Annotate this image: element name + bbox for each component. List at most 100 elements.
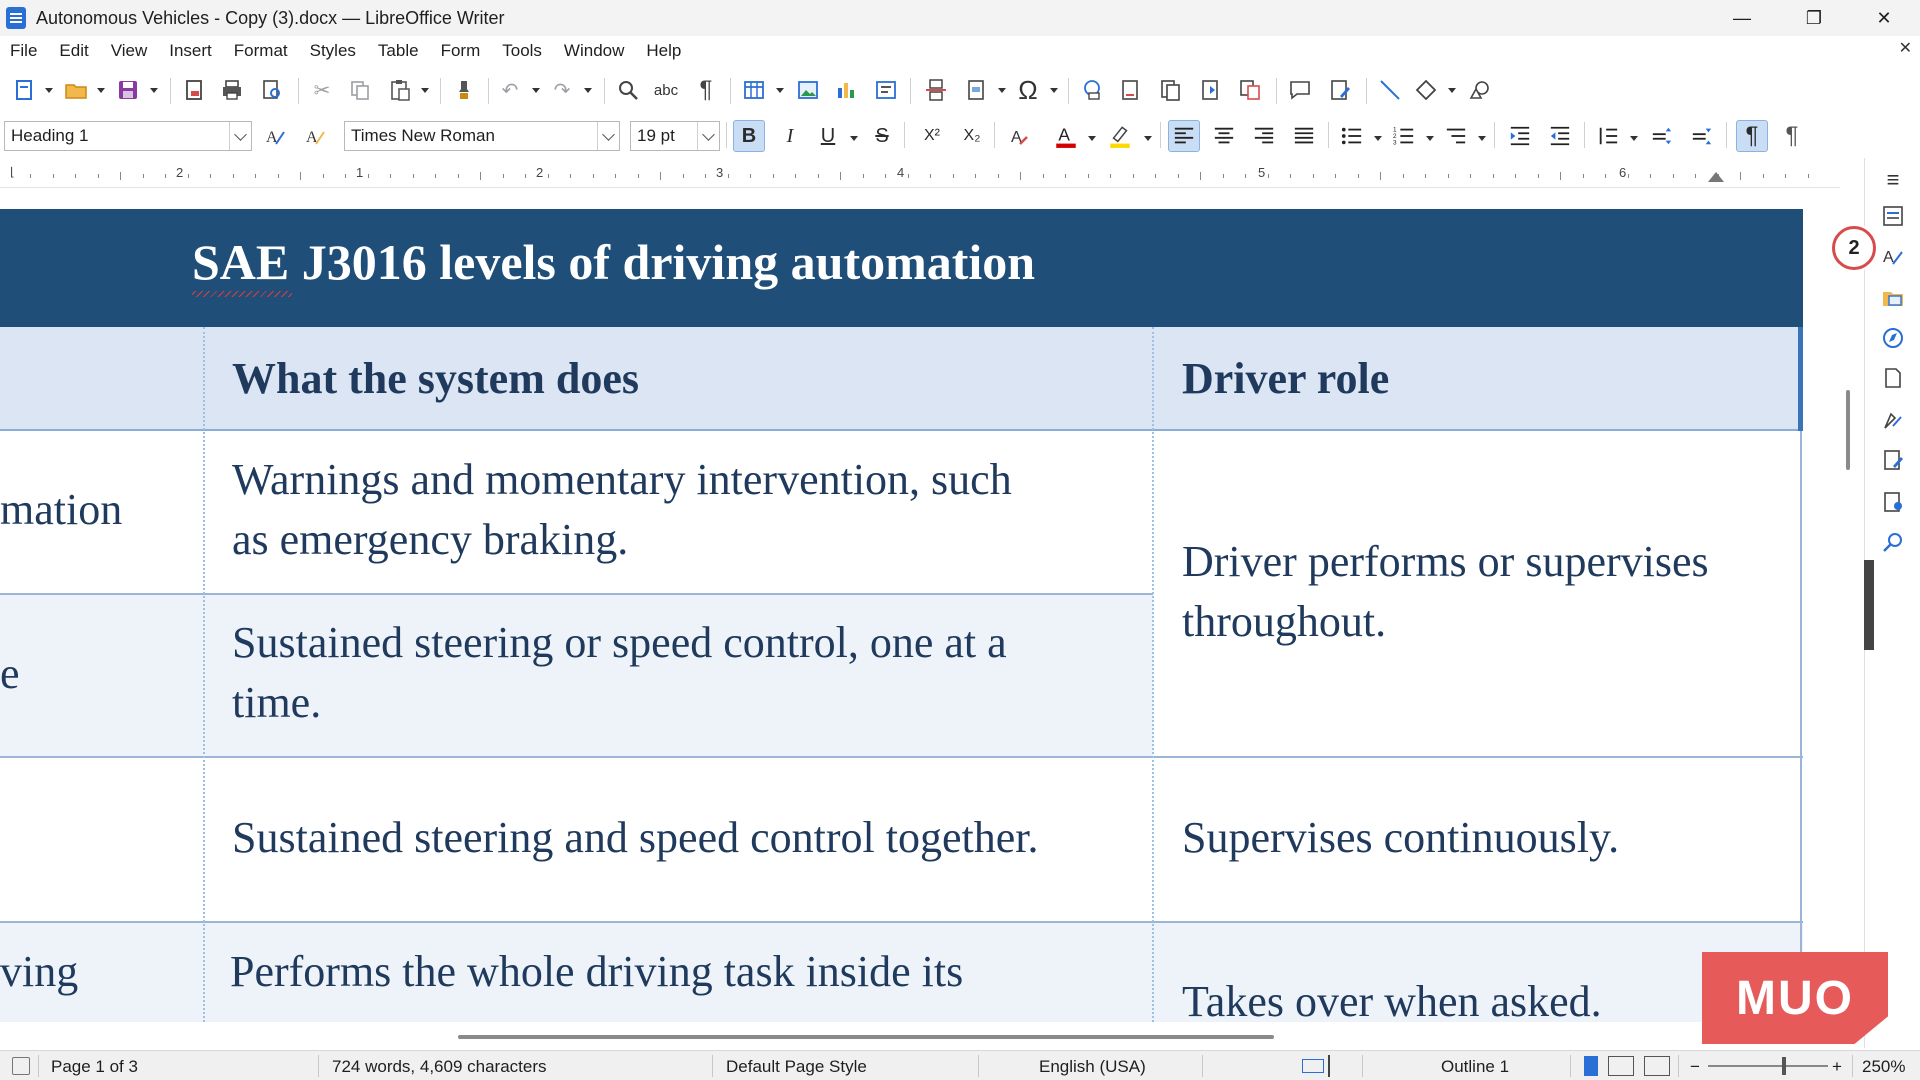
undo-icon[interactable]: ↶	[496, 76, 524, 104]
font-size-combo[interactable]: 19 pt	[630, 121, 720, 151]
table-title-row[interactable]: SAE J3016 levels of driving automation	[0, 209, 1803, 327]
justify-icon[interactable]	[1288, 120, 1320, 152]
menu-edit[interactable]: Edit	[59, 41, 88, 61]
paste-icon[interactable]	[386, 76, 414, 104]
menu-help[interactable]: Help	[646, 41, 681, 61]
outline-list-icon[interactable]	[1440, 120, 1472, 152]
tab-type-marker[interactable]: ⌊	[10, 165, 15, 179]
cut-icon[interactable]: ✂	[308, 76, 336, 104]
numbered-list-icon[interactable]: 123	[1388, 120, 1420, 152]
insert-table-icon[interactable]	[740, 76, 768, 104]
insert-field-icon[interactable]	[962, 76, 990, 104]
clone-formatting-icon[interactable]	[450, 76, 478, 104]
align-center-icon[interactable]	[1208, 120, 1240, 152]
insert-chart-icon[interactable]	[832, 76, 860, 104]
new-style-icon[interactable]: A	[300, 120, 332, 152]
gallery-icon[interactable]	[1879, 284, 1907, 312]
menu-form[interactable]: Form	[441, 41, 481, 61]
strikethrough-button[interactable]: S	[866, 120, 898, 152]
special-character-icon[interactable]: Ω	[1014, 75, 1042, 105]
system-cell-line[interactable]: Performs the whole driving task inside i…	[230, 942, 963, 1002]
driver-role-cell[interactable]: Takes over when asked.	[1182, 972, 1602, 1022]
update-style-icon[interactable]: A	[260, 120, 292, 152]
find-icon[interactable]	[1879, 528, 1907, 556]
menu-insert[interactable]: Insert	[169, 41, 212, 61]
draw-functions-icon[interactable]	[1466, 76, 1494, 104]
bullet-list-icon[interactable]	[1336, 120, 1368, 152]
open-folder-icon[interactable]	[62, 76, 90, 104]
single-page-view-icon[interactable]	[1584, 1056, 1598, 1076]
system-cell-line[interactable]: Sustained steering and speed control tog…	[232, 808, 1038, 868]
vertical-scrollbar[interactable]	[1846, 390, 1850, 470]
find-replace-icon[interactable]	[614, 76, 642, 104]
insert-image-icon[interactable]	[794, 76, 822, 104]
formatting-marks-icon[interactable]: ¶	[692, 76, 720, 104]
menu-file[interactable]: File	[10, 41, 37, 61]
document-canvas[interactable]: SAE J3016 levels of driving automation W…	[0, 188, 1840, 1022]
page-style[interactable]: Default Page Style	[726, 1057, 867, 1077]
decrease-paragraph-spacing-icon[interactable]	[1686, 120, 1718, 152]
driver-role-cell-line[interactable]: throughout.	[1182, 592, 1386, 652]
driver-role-cell-line[interactable]: Driver performs or supervises	[1182, 532, 1709, 592]
footnote-icon[interactable]	[1116, 76, 1144, 104]
highlight-color-icon[interactable]	[1104, 120, 1136, 152]
menu-styles[interactable]: Styles	[310, 41, 356, 61]
save-icon[interactable]	[114, 76, 142, 104]
print-icon[interactable]	[218, 76, 246, 104]
zoom-level[interactable]: 250%	[1862, 1057, 1905, 1077]
paragraph-style-combo[interactable]: Heading 1	[4, 121, 252, 151]
sidebar-collapse-handle[interactable]	[1864, 560, 1874, 650]
horizontal-ruler[interactable]: ⌊ 2 1 2 4 5 6 3	[0, 162, 1840, 188]
outline-level[interactable]: Outline 1	[1441, 1057, 1509, 1077]
styles-icon[interactable]: A	[1879, 242, 1907, 270]
endnote-icon[interactable]	[1156, 76, 1184, 104]
column-header-what-the-system-does[interactable]: What the system does	[232, 353, 639, 404]
multi-page-view-icon[interactable]	[1608, 1056, 1634, 1076]
menu-format[interactable]: Format	[234, 41, 288, 61]
close-button[interactable]: ✕	[1848, 0, 1920, 36]
insert-mode-icon[interactable]	[1328, 1055, 1330, 1077]
bookmark-icon[interactable]	[1196, 76, 1224, 104]
system-cell-line[interactable]: time.	[232, 673, 321, 733]
zoom-slider-thumb[interactable]	[1782, 1057, 1786, 1075]
increase-paragraph-spacing-icon[interactable]	[1646, 120, 1678, 152]
font-name-combo[interactable]: Times New Roman	[344, 121, 620, 151]
menu-table[interactable]: Table	[378, 41, 419, 61]
decrease-indent-icon[interactable]	[1544, 120, 1576, 152]
maximize-button[interactable]: ❐	[1778, 0, 1850, 36]
insert-textbox-icon[interactable]	[872, 76, 900, 104]
underline-button[interactable]: U	[812, 120, 844, 152]
chevron-down-icon[interactable]	[597, 122, 619, 150]
level-cell[interactable]: ving	[0, 942, 78, 1002]
manage-changes-icon[interactable]	[1879, 446, 1907, 474]
driver-role-cell[interactable]: Supervises continuously.	[1182, 808, 1619, 868]
properties-icon[interactable]	[1879, 202, 1907, 230]
book-view-icon[interactable]	[1644, 1056, 1670, 1076]
cross-reference-icon[interactable]	[1236, 76, 1264, 104]
right-to-left-icon[interactable]: ¶	[1776, 120, 1808, 152]
clear-formatting-icon[interactable]: A	[1004, 120, 1036, 152]
bold-button[interactable]: B	[733, 120, 765, 152]
horizontal-scrollbar[interactable]	[458, 1035, 1274, 1039]
design-icon[interactable]	[1879, 488, 1907, 516]
page-icon[interactable]	[1879, 364, 1907, 392]
sidebar-menu-icon[interactable]: ≡	[1879, 166, 1907, 194]
navigator-icon[interactable]	[1879, 324, 1907, 352]
chevron-down-icon[interactable]	[229, 122, 251, 150]
menu-tools[interactable]: Tools	[502, 41, 542, 61]
selection-mode-icon[interactable]	[1302, 1059, 1324, 1073]
style-inspector-icon[interactable]	[1879, 406, 1907, 434]
copy-icon[interactable]	[346, 76, 374, 104]
document-modified-icon[interactable]	[12, 1057, 30, 1075]
new-document-icon[interactable]	[10, 76, 38, 104]
font-color-icon[interactable]: A	[1050, 120, 1082, 152]
subscript-button[interactable]: X₂	[956, 120, 988, 152]
menu-view[interactable]: View	[111, 41, 148, 61]
insert-line-icon[interactable]	[1376, 76, 1404, 104]
level-cell[interactable]: e	[0, 644, 20, 704]
print-preview-icon[interactable]	[258, 76, 286, 104]
track-changes-icon[interactable]	[1326, 76, 1354, 104]
close-document-button[interactable]: ✕	[1899, 38, 1912, 58]
zoom-in-icon[interactable]: +	[1832, 1057, 1842, 1077]
right-indent-marker[interactable]	[1708, 172, 1724, 182]
